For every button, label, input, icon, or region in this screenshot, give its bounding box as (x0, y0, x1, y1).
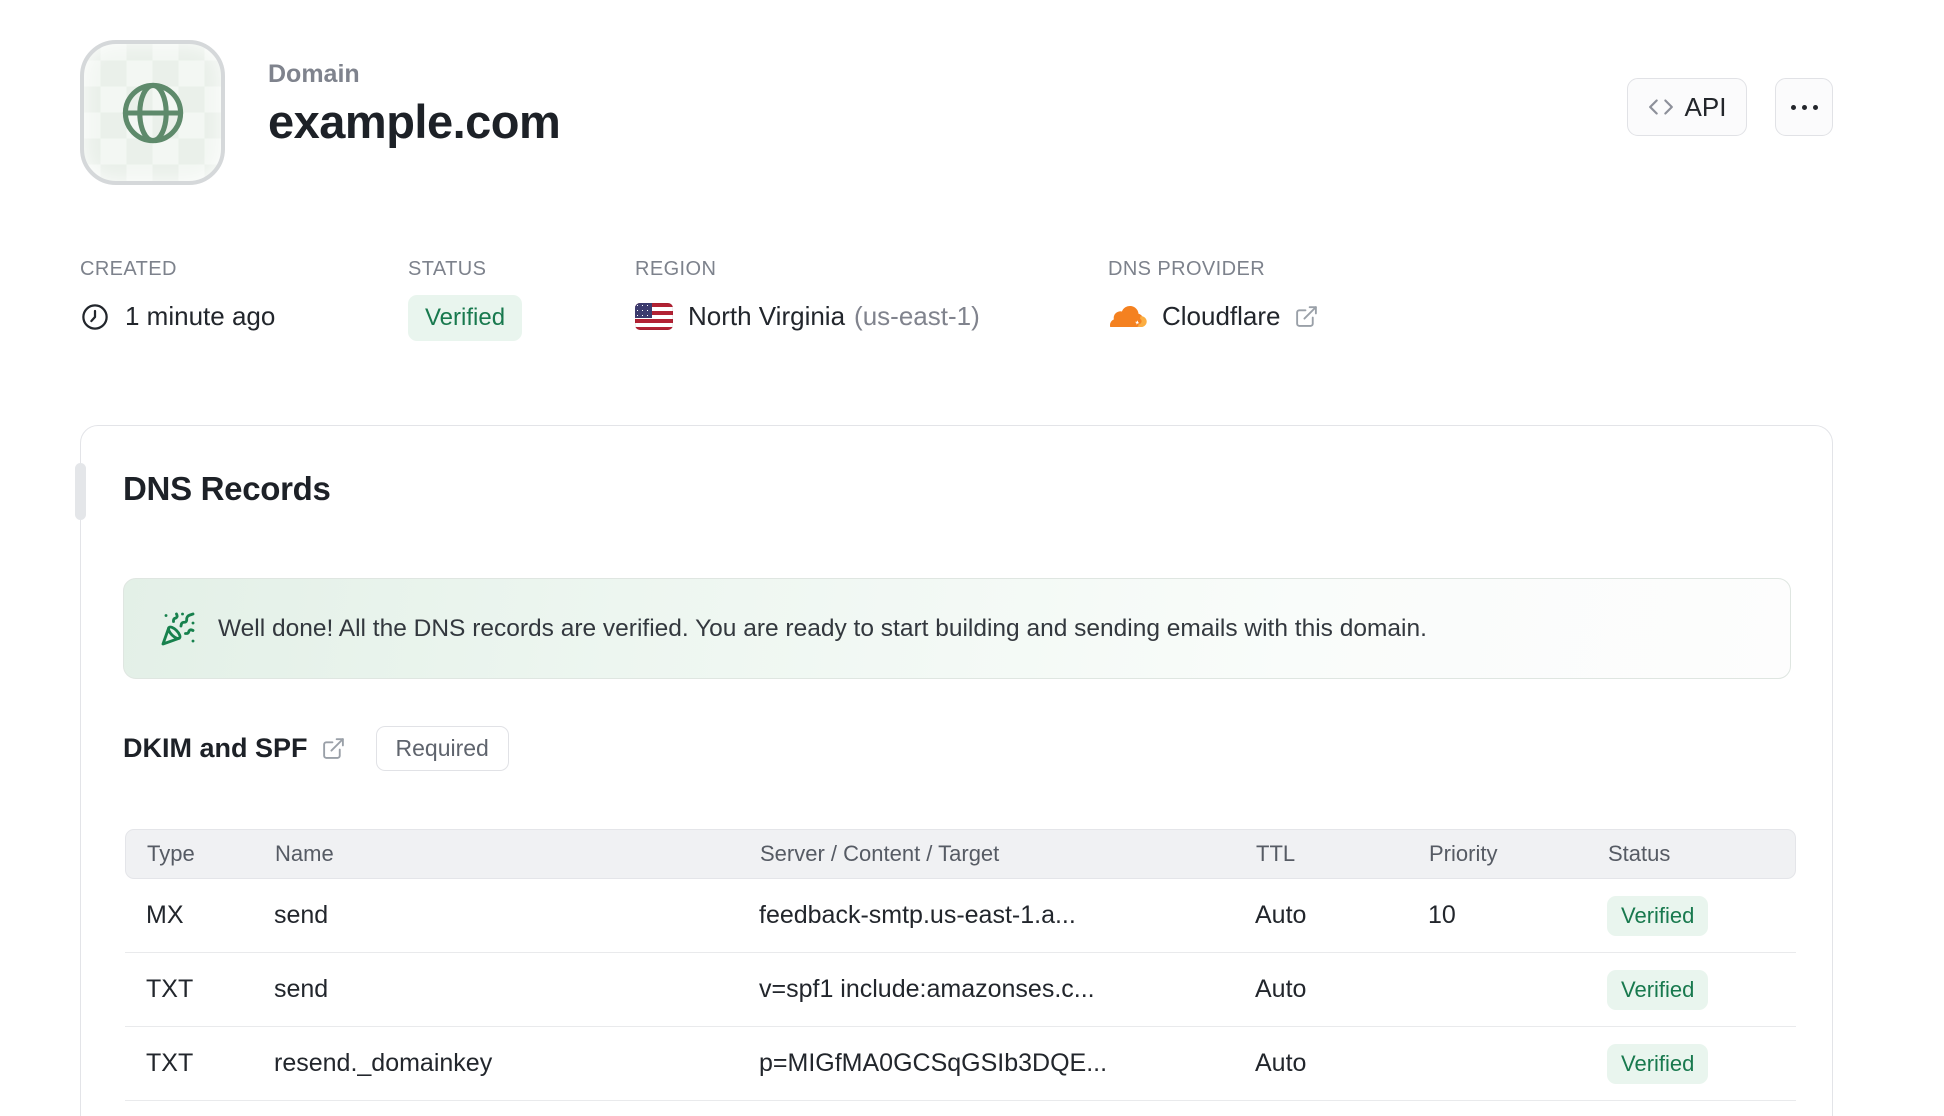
table-row: TXT resend._domainkey p=MIGfMA0GCSqGSIb3… (125, 1027, 1796, 1101)
cell-priority: 10 (1428, 901, 1456, 929)
column-header: Type (147, 841, 195, 866)
created-value: 1 minute ago (125, 301, 276, 331)
verified-badge: Verified (1607, 1043, 1709, 1084)
verified-badge: Verified (1607, 895, 1709, 936)
column-header: Server / Content / Target (760, 841, 1000, 866)
cell-type: TXT (146, 1049, 194, 1077)
clock-icon (82, 303, 108, 330)
cell-status: Verified (1607, 895, 1796, 936)
party-popper-icon (161, 612, 195, 645)
cell-content: v=spf1 include:amazonses.c... (759, 975, 1095, 1003)
required-badge: Required (375, 726, 509, 771)
column-header: Status (1608, 841, 1671, 866)
cell-name: send (274, 901, 329, 929)
verified-badge: Verified (1607, 969, 1709, 1010)
cell-ttl: Auto (1255, 975, 1307, 1003)
region-value: North Virginia (688, 301, 846, 331)
cell-status: Verified (1607, 1043, 1796, 1084)
page-title: example.com (268, 95, 561, 148)
cell-name: send (274, 975, 329, 1003)
api-button[interactable]: API (1627, 78, 1747, 136)
us-flag-icon (635, 303, 673, 330)
created-label: CREATED (80, 258, 177, 280)
status-badge: Verified (408, 295, 523, 341)
dkim-spf-section-header: DKIM and SPF Required (123, 726, 509, 771)
cloudflare-icon (1109, 305, 1147, 327)
cell-content: p=MIGfMA0GCSqGSIb3DQE... (759, 1049, 1108, 1077)
dns-table-header: Type Name Server / Content / Target TTL Prio… (125, 829, 1796, 879)
table-row: MX send feedback-smtp.us-east-1.a... Aut… (125, 879, 1796, 953)
domain-page: Domain example.com API CREATED 1 minute … (0, 0, 1944, 1116)
domain-eyebrow-label: Domain (268, 60, 360, 88)
meta-region: REGION North Virginia (us-east-1) (635, 258, 980, 332)
external-link-icon[interactable] (1294, 304, 1319, 329)
globe-icon (122, 82, 183, 143)
cell-type: MX (146, 901, 184, 929)
dns-records-card: DNS Records Well done! All the DNS recor… (75, 425, 1833, 1116)
meta-created: CREATED 1 minute ago (80, 258, 275, 332)
api-button-label: API (1684, 91, 1727, 122)
dkim-external-link-icon[interactable] (321, 736, 346, 761)
dkim-spf-title: DKIM and SPF (123, 733, 308, 763)
code-icon (1648, 99, 1673, 115)
dns-provider-label: DNS PROVIDER (1108, 258, 1266, 280)
domain-avatar (80, 40, 225, 185)
cell-ttl: Auto (1255, 1049, 1307, 1077)
column-header: Priority (1429, 841, 1498, 866)
dns-records-title: DNS Records (123, 470, 331, 507)
cell-status: Verified (1607, 969, 1796, 1010)
cell-name: resend._domainkey (274, 1049, 493, 1077)
cell-ttl: Auto (1255, 901, 1307, 929)
success-banner: Well done! All the DNS records are verif… (123, 578, 1791, 679)
dns-records-table: Type Name Server / Content / Target TTL Prio… (125, 829, 1796, 1101)
region-label: REGION (635, 258, 717, 280)
column-header: Name (275, 841, 334, 866)
dns-provider-value: Cloudflare (1162, 301, 1281, 331)
dns-table-body: MX send feedback-smtp.us-east-1.a... Aut… (125, 879, 1796, 1101)
more-options-button[interactable] (1775, 78, 1833, 136)
success-banner-text: Well done! All the DNS records are verif… (218, 614, 1427, 642)
cell-content: feedback-smtp.us-east-1.a... (759, 901, 1076, 929)
region-code: (us-east-1) (854, 301, 980, 331)
column-header: TTL (1256, 841, 1296, 866)
ellipsis-icon (1790, 104, 1796, 110)
table-row: TXT send v=spf1 include:amazonses.c... A… (125, 953, 1796, 1027)
meta-status: STATUS Verified (408, 258, 523, 341)
section-accent-tab (75, 463, 86, 520)
status-label: STATUS (408, 258, 487, 280)
cell-type: TXT (146, 975, 194, 1003)
meta-dns-provider: DNS PROVIDER Cloudflare (1108, 258, 1319, 332)
